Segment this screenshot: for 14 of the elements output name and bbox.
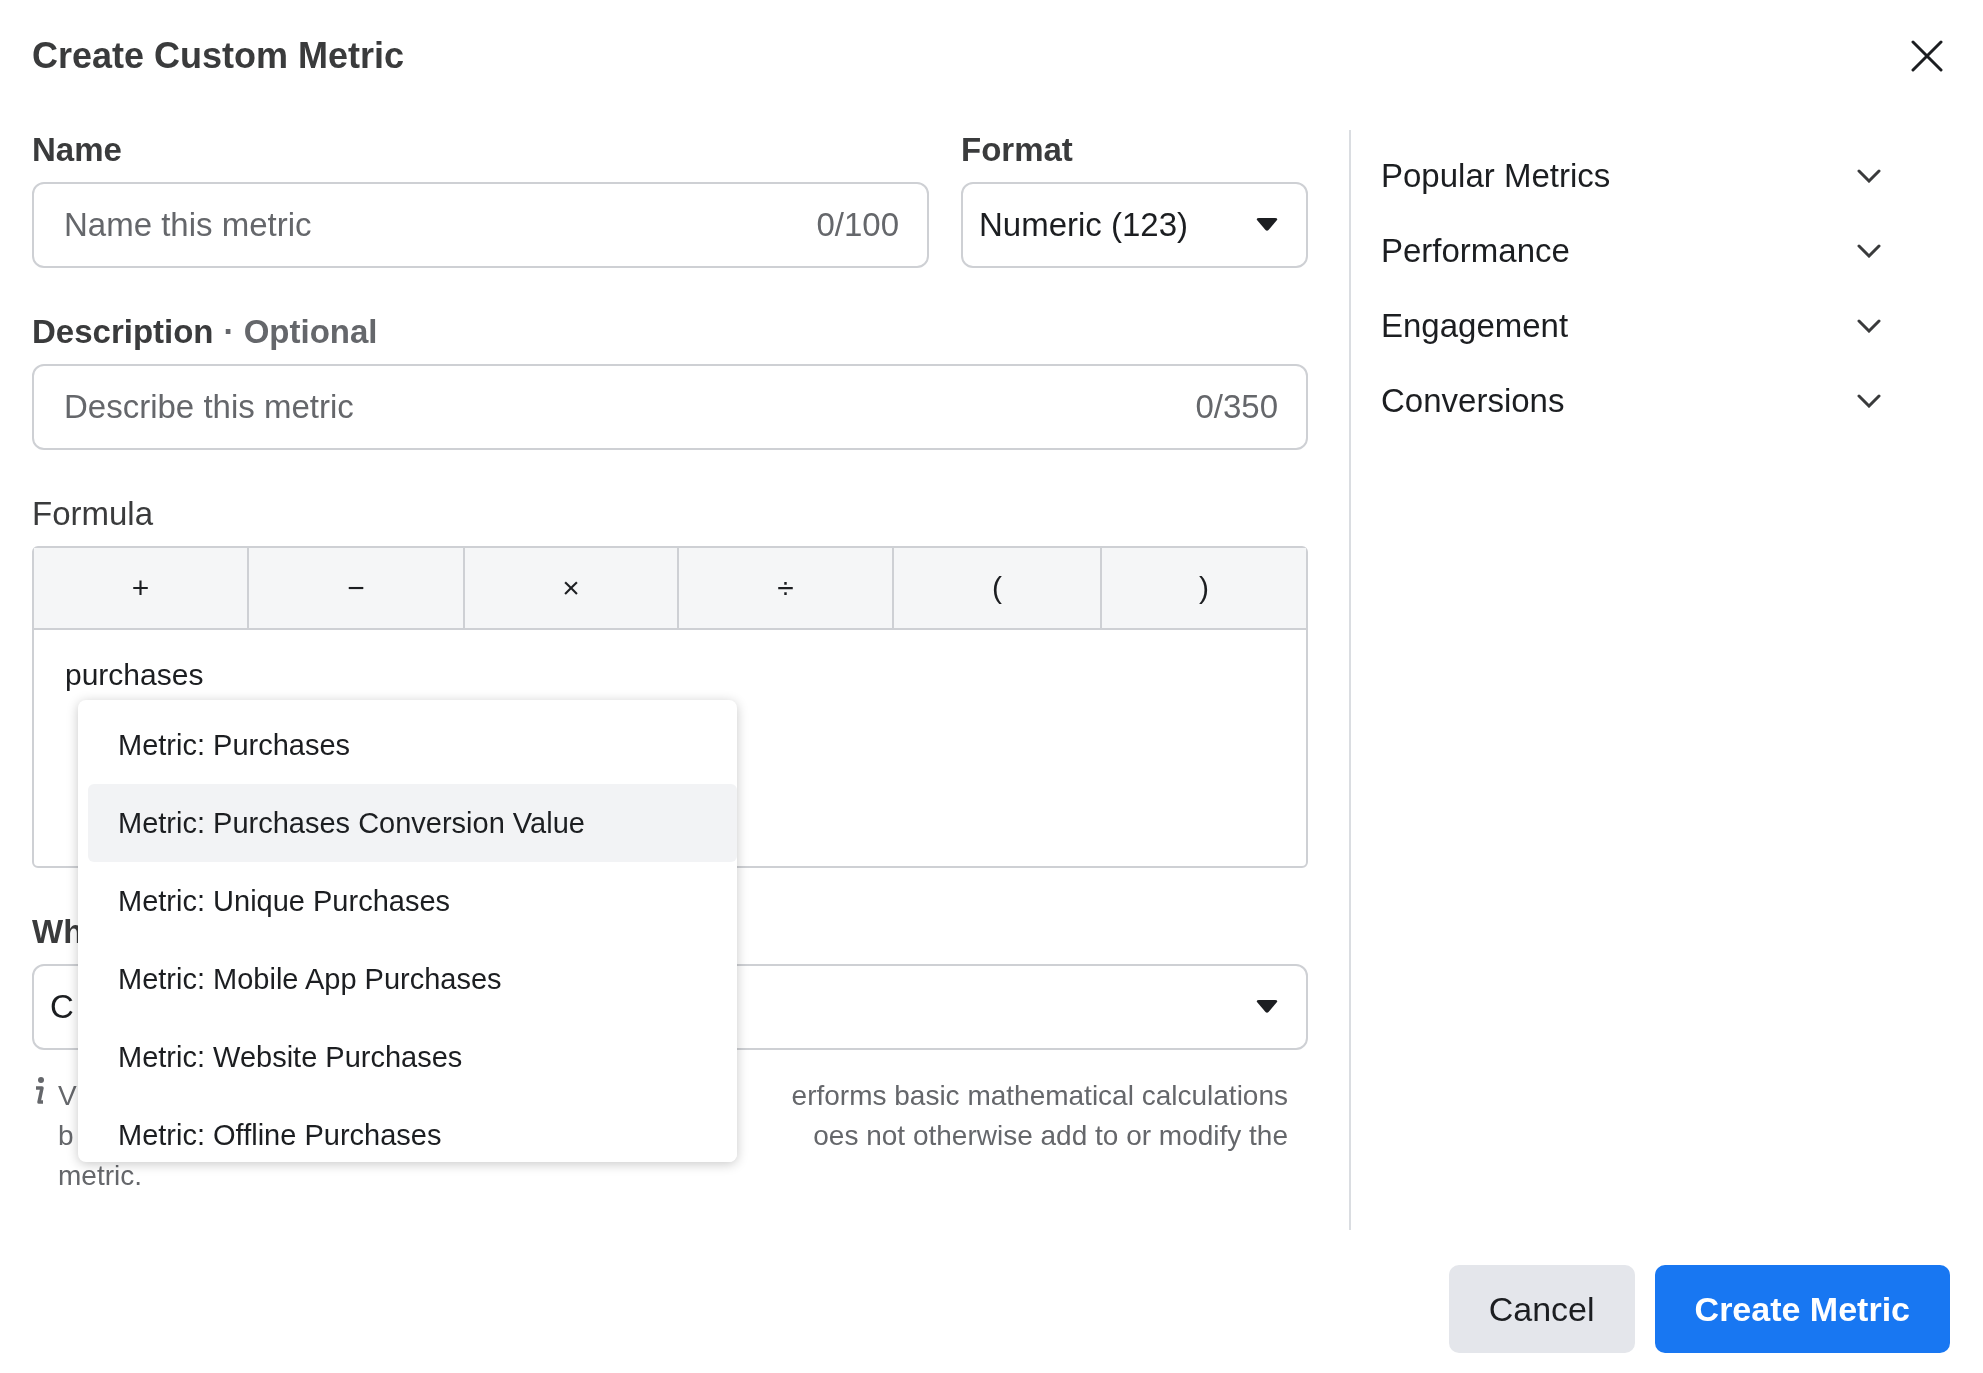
optional-label: · Optional — [223, 312, 378, 352]
dialog-title: Create Custom Metric — [32, 35, 405, 77]
field-label: Description — [32, 312, 214, 352]
field-label: Formula — [32, 494, 155, 534]
info-text: V — [58, 1080, 77, 1112]
character-counter: 0/100 — [816, 206, 899, 244]
info-text: oes not otherwise add to or modify the — [813, 1120, 1288, 1152]
character-counter: 0/350 — [1195, 388, 1278, 426]
info-text: erforms basic mathematical calculations — [791, 1080, 1288, 1112]
field-label: Name — [32, 130, 123, 170]
field-label: Format — [961, 130, 1074, 170]
info-text: b — [58, 1120, 74, 1152]
formula-text: purchases — [64, 657, 205, 692]
info-text: metric. — [58, 1160, 142, 1192]
